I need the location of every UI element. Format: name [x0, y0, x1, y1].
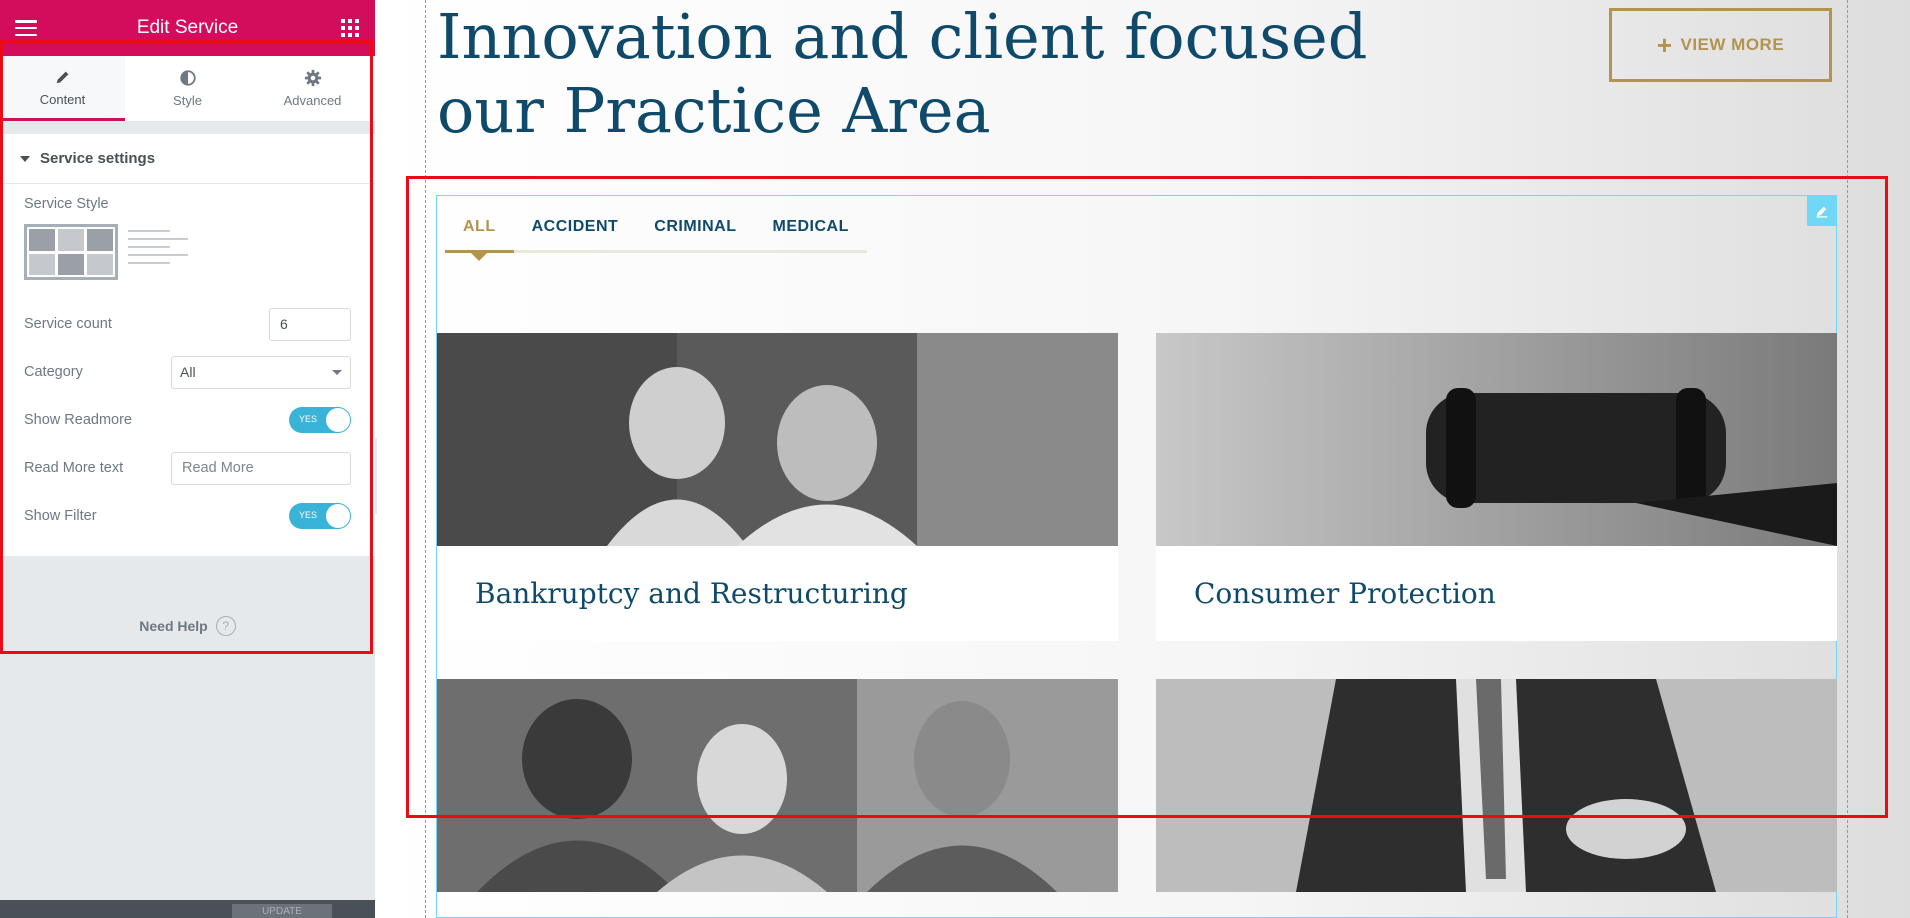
service-filter-tabs: ALL ACCIDENT CRIMINAL MEDICAL: [445, 212, 867, 261]
show-filter-toggle[interactable]: YES: [289, 503, 351, 529]
editor-panel: Edit Service Content Style Advanced Serv…: [0, 0, 375, 918]
tab-content-label: Content: [39, 91, 86, 107]
card-photo: [1156, 679, 1837, 892]
hamburger-menu-icon[interactable]: [15, 20, 37, 36]
show-filter-label: Show Filter: [24, 508, 97, 524]
panel-header: Edit Service: [0, 0, 375, 56]
section-title: Service settings: [40, 150, 156, 167]
read-more-text-input[interactable]: Read More: [171, 451, 351, 485]
category-value: All: [180, 364, 196, 380]
service-card[interactable]: [1156, 679, 1837, 892]
service-card[interactable]: [437, 679, 1118, 892]
gear-icon: [304, 69, 321, 87]
card-title: Bankruptcy and Restructuring: [475, 577, 908, 610]
toggle-yes-text: YES: [299, 414, 318, 424]
question-mark-icon: ?: [215, 616, 236, 636]
filter-medical[interactable]: MEDICAL: [754, 212, 867, 253]
headline-line-2: our Practice Area: [437, 74, 991, 147]
show-readmore-toggle[interactable]: YES: [289, 407, 351, 433]
edit-widget-pencil-icon[interactable]: [1807, 196, 1837, 226]
need-help-label: Need Help: [139, 618, 208, 634]
service-settings-section: Service settings Service Style Service c…: [0, 134, 375, 556]
card-photo: [1156, 333, 1837, 546]
category-row: Category All: [24, 348, 351, 396]
style-option-grid[interactable]: [24, 224, 118, 280]
style-option-list[interactable]: [128, 224, 188, 280]
need-help-link[interactable]: Need Help ?: [0, 616, 375, 636]
service-settings-toggle[interactable]: Service settings: [0, 134, 375, 184]
filter-criminal[interactable]: CRIMINAL: [636, 212, 755, 253]
toggle-yes-text: YES: [299, 510, 318, 520]
show-filter-row: Show Filter YES: [24, 492, 351, 540]
column-guide-left: [425, 0, 426, 918]
controls-list: Service Style Service count 6 Category A…: [0, 184, 375, 556]
service-count-row: Service count 6: [24, 300, 351, 348]
pencil-icon: [56, 71, 68, 83]
toggle-knob: [326, 504, 350, 528]
widgets-grid-icon[interactable]: [341, 19, 359, 37]
update-button[interactable]: UPDATE: [232, 904, 332, 918]
service-card[interactable]: Consumer Protection: [1156, 333, 1837, 641]
panel-footer: UPDATE: [0, 900, 375, 918]
dropdown-arrow-icon: [332, 369, 342, 375]
category-select[interactable]: All: [171, 355, 351, 389]
view-more-button[interactable]: + VIEW MORE: [1609, 8, 1832, 82]
service-style-label: Service Style: [24, 196, 109, 212]
column-guide-right: [1847, 0, 1848, 918]
toggle-knob: [326, 408, 350, 432]
half-circle-icon: [179, 70, 196, 86]
panel-title: Edit Service: [136, 17, 239, 38]
read-more-text-label: Read More text: [24, 460, 124, 476]
card-photo: [437, 679, 1118, 892]
filter-all[interactable]: ALL: [445, 212, 514, 261]
headline-line-1: Innovation and client focused: [437, 0, 1368, 73]
card-photo: [437, 333, 1118, 546]
plus-icon: +: [1656, 30, 1673, 60]
card-title: Consumer Protection: [1194, 577, 1496, 610]
tab-content[interactable]: Content: [0, 56, 125, 121]
tab-advanced[interactable]: Advanced: [250, 56, 375, 121]
service-count-input[interactable]: 6: [269, 307, 351, 341]
service-count-label: Service count: [24, 316, 112, 332]
read-more-text-row: Read More text Read More: [24, 444, 351, 492]
filter-accident[interactable]: ACCIDENT: [513, 212, 637, 253]
service-style-picker: [24, 224, 351, 280]
caret-down-icon: [20, 155, 30, 162]
show-readmore-label: Show Readmore: [24, 412, 132, 428]
tab-style[interactable]: Style: [125, 56, 250, 121]
view-more-label: VIEW MORE: [1680, 35, 1785, 54]
tab-advanced-label: Advanced: [283, 93, 342, 108]
service-card[interactable]: Bankruptcy and Restructuring: [437, 333, 1118, 641]
tab-style-label: Style: [173, 93, 202, 108]
panel-tabs: Content Style Advanced: [0, 56, 375, 122]
show-readmore-row: Show Readmore YES: [24, 396, 351, 444]
section-headline: Innovation and client focused our Practi…: [437, 0, 1367, 148]
grid-preview-icon: [29, 229, 113, 275]
page-preview: Innovation and client focused our Practi…: [377, 0, 1910, 918]
category-label: Category: [24, 364, 83, 380]
